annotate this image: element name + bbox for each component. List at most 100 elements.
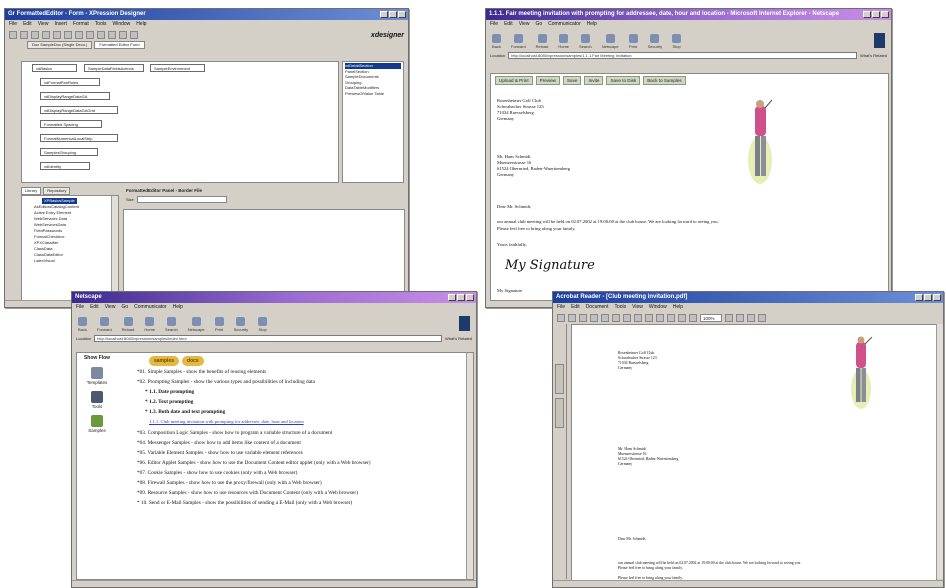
close-button[interactable]: [933, 294, 941, 301]
close-button[interactable]: [881, 11, 889, 18]
back-button[interactable]: Back: [492, 34, 501, 49]
component-box[interactable]: xdBasics: [32, 64, 77, 72]
component-canvas[interactable]: xdBasics SampleDataFieldsActions SampleE…: [21, 61, 339, 183]
undo-icon[interactable]: [75, 31, 83, 39]
copy-icon[interactable]: [53, 31, 61, 39]
tab-library[interactable]: Library: [21, 187, 42, 195]
component-box[interactable]: SampleEnvironment: [150, 64, 205, 72]
open-icon[interactable]: [20, 31, 28, 39]
menu-help[interactable]: Help: [136, 20, 146, 29]
prev-page-icon[interactable]: [634, 314, 642, 322]
tab-repository[interactable]: Repository: [43, 187, 71, 195]
reload-button[interactable]: Reload: [536, 34, 548, 49]
menu-insert[interactable]: Insert: [54, 20, 67, 29]
menu-file[interactable]: File: [9, 20, 17, 29]
find-icon[interactable]: [747, 314, 755, 322]
component-box[interactable]: SampleDataFieldsActions: [84, 64, 144, 72]
sidebar-item-tools[interactable]: Tools: [79, 391, 115, 409]
minimize-button[interactable]: [448, 294, 456, 301]
sample-item[interactable]: *02. Prompting Samples - show the variou…: [137, 377, 473, 387]
editor-field-input[interactable]: [136, 196, 227, 203]
sample-subitem[interactable]: * 1.2. Text prompting: [137, 397, 473, 407]
menu-help[interactable]: Help: [587, 20, 597, 29]
last-page-icon[interactable]: [656, 314, 664, 322]
minimize-button[interactable]: [863, 11, 871, 18]
menu-document[interactable]: Document: [586, 303, 609, 312]
close-button[interactable]: [466, 294, 474, 301]
location-input[interactable]: http://localhost:8080/xpression/samples/…: [94, 335, 442, 342]
help-icon[interactable]: [758, 314, 766, 322]
zoom-field[interactable]: 100%: [700, 314, 722, 322]
thumbnails-tab[interactable]: [555, 398, 564, 428]
letter-browser-titlebar[interactable]: 1.1.1. Fair meeting invitation with prom…: [486, 9, 891, 20]
bold-icon[interactable]: [97, 31, 105, 39]
fit-width-icon[interactable]: [736, 314, 744, 322]
minimize-button[interactable]: [915, 294, 923, 301]
sample-item[interactable]: *05. Variable Element Samples - show how…: [137, 448, 473, 458]
invite-button[interactable]: Invite: [584, 76, 604, 85]
samples-tab-button[interactable]: samples: [149, 356, 180, 366]
sample-item[interactable]: *08. Firewall Samples - show how to use …: [137, 478, 473, 488]
save-button[interactable]: Save: [562, 76, 582, 85]
tab-formatted-editor[interactable]: Formatted Editor Form: [94, 41, 145, 49]
editor-area[interactable]: [123, 209, 405, 301]
netscape-button[interactable]: Netscape: [188, 317, 205, 332]
location-input[interactable]: http://localhost:8080/xpression/samples/…: [508, 52, 857, 59]
menu-file[interactable]: File: [76, 303, 84, 312]
stop-button[interactable]: Stop: [258, 317, 268, 332]
reload-button[interactable]: Reload: [122, 317, 134, 332]
home-button[interactable]: Home: [144, 317, 155, 332]
menu-help[interactable]: Help: [173, 303, 183, 312]
print-icon[interactable]: [568, 314, 576, 322]
menu-view[interactable]: View: [632, 303, 643, 312]
first-page-icon[interactable]: [623, 314, 631, 322]
forward-button[interactable]: Forward: [511, 34, 526, 49]
stop-button[interactable]: Stop: [672, 34, 682, 49]
tree-item[interactable]: LatexVisual: [22, 258, 118, 264]
sidebar-item-samples[interactable]: Samples: [79, 415, 115, 433]
maximize-button[interactable]: [457, 294, 465, 301]
netscape-button[interactable]: Netscape: [602, 34, 619, 49]
outline-list[interactable]: xdDetailSection PanelSection SampleDocum…: [342, 61, 404, 183]
sample-item[interactable]: *01. Simple Samples - show the benefits …: [137, 367, 473, 377]
next-page-icon[interactable]: [645, 314, 653, 322]
cut-icon[interactable]: [42, 31, 50, 39]
menu-edit[interactable]: Edit: [571, 303, 580, 312]
menu-help[interactable]: Help: [673, 303, 683, 312]
menu-communicator[interactable]: Communicator: [134, 303, 167, 312]
pdf-viewer-titlebar[interactable]: Acrobat Reader - [Club meeting invitatio…: [553, 292, 943, 303]
library-scrollbar[interactable]: [111, 196, 118, 300]
menu-view[interactable]: View: [519, 20, 530, 29]
paste-icon[interactable]: [64, 31, 72, 39]
sample-item[interactable]: *04. Messenger Samples - show how to add…: [137, 438, 473, 448]
sample-item[interactable]: * 10. Send or E-Mail Samples - show the …: [137, 498, 473, 508]
bookmarks-tab[interactable]: [555, 364, 564, 394]
outline-item[interactable]: PreviewOfValue Table: [345, 91, 401, 97]
maximize-button[interactable]: [389, 11, 397, 18]
tab-sample-doc[interactable]: Doc SampleDoc (Single Deco.): [27, 41, 93, 49]
component-box[interactable]: xdDisplayRangeDataGAGrid: [40, 106, 118, 114]
italic-icon[interactable]: [108, 31, 116, 39]
menu-go[interactable]: Go: [121, 303, 128, 312]
sample-subitem[interactable]: * 1.3. Both date and text prompting: [137, 407, 473, 417]
sample-link[interactable]: 1.1.1. Club meeting invitation with prom…: [137, 417, 473, 427]
menu-view[interactable]: View: [105, 303, 116, 312]
sample-item[interactable]: *09. Resource Samples - show how to use …: [137, 488, 473, 498]
whats-related-button[interactable]: What's Related: [860, 53, 887, 58]
pdf-bookmarks-strip[interactable]: [553, 324, 567, 579]
rotate-icon[interactable]: [689, 314, 697, 322]
sidebar-item-templates[interactable]: Templates: [79, 367, 115, 385]
search-button[interactable]: Search: [165, 317, 178, 332]
save-to-disk-button[interactable]: Save to Disk: [606, 76, 641, 85]
preview-button[interactable]: Preview: [535, 76, 560, 85]
designer-titlebar[interactable]: Gr FormattedEditor - Form - XPression De…: [5, 9, 408, 20]
menu-go[interactable]: Go: [535, 20, 542, 29]
search-button[interactable]: Search: [579, 34, 592, 49]
maximize-button[interactable]: [872, 11, 880, 18]
align-icon[interactable]: [119, 31, 127, 39]
hand-icon[interactable]: [590, 314, 598, 322]
security-button[interactable]: Security: [648, 34, 662, 49]
menu-format[interactable]: Format: [73, 20, 89, 29]
menu-tools[interactable]: Tools: [614, 303, 626, 312]
menu-edit[interactable]: Edit: [23, 20, 32, 29]
